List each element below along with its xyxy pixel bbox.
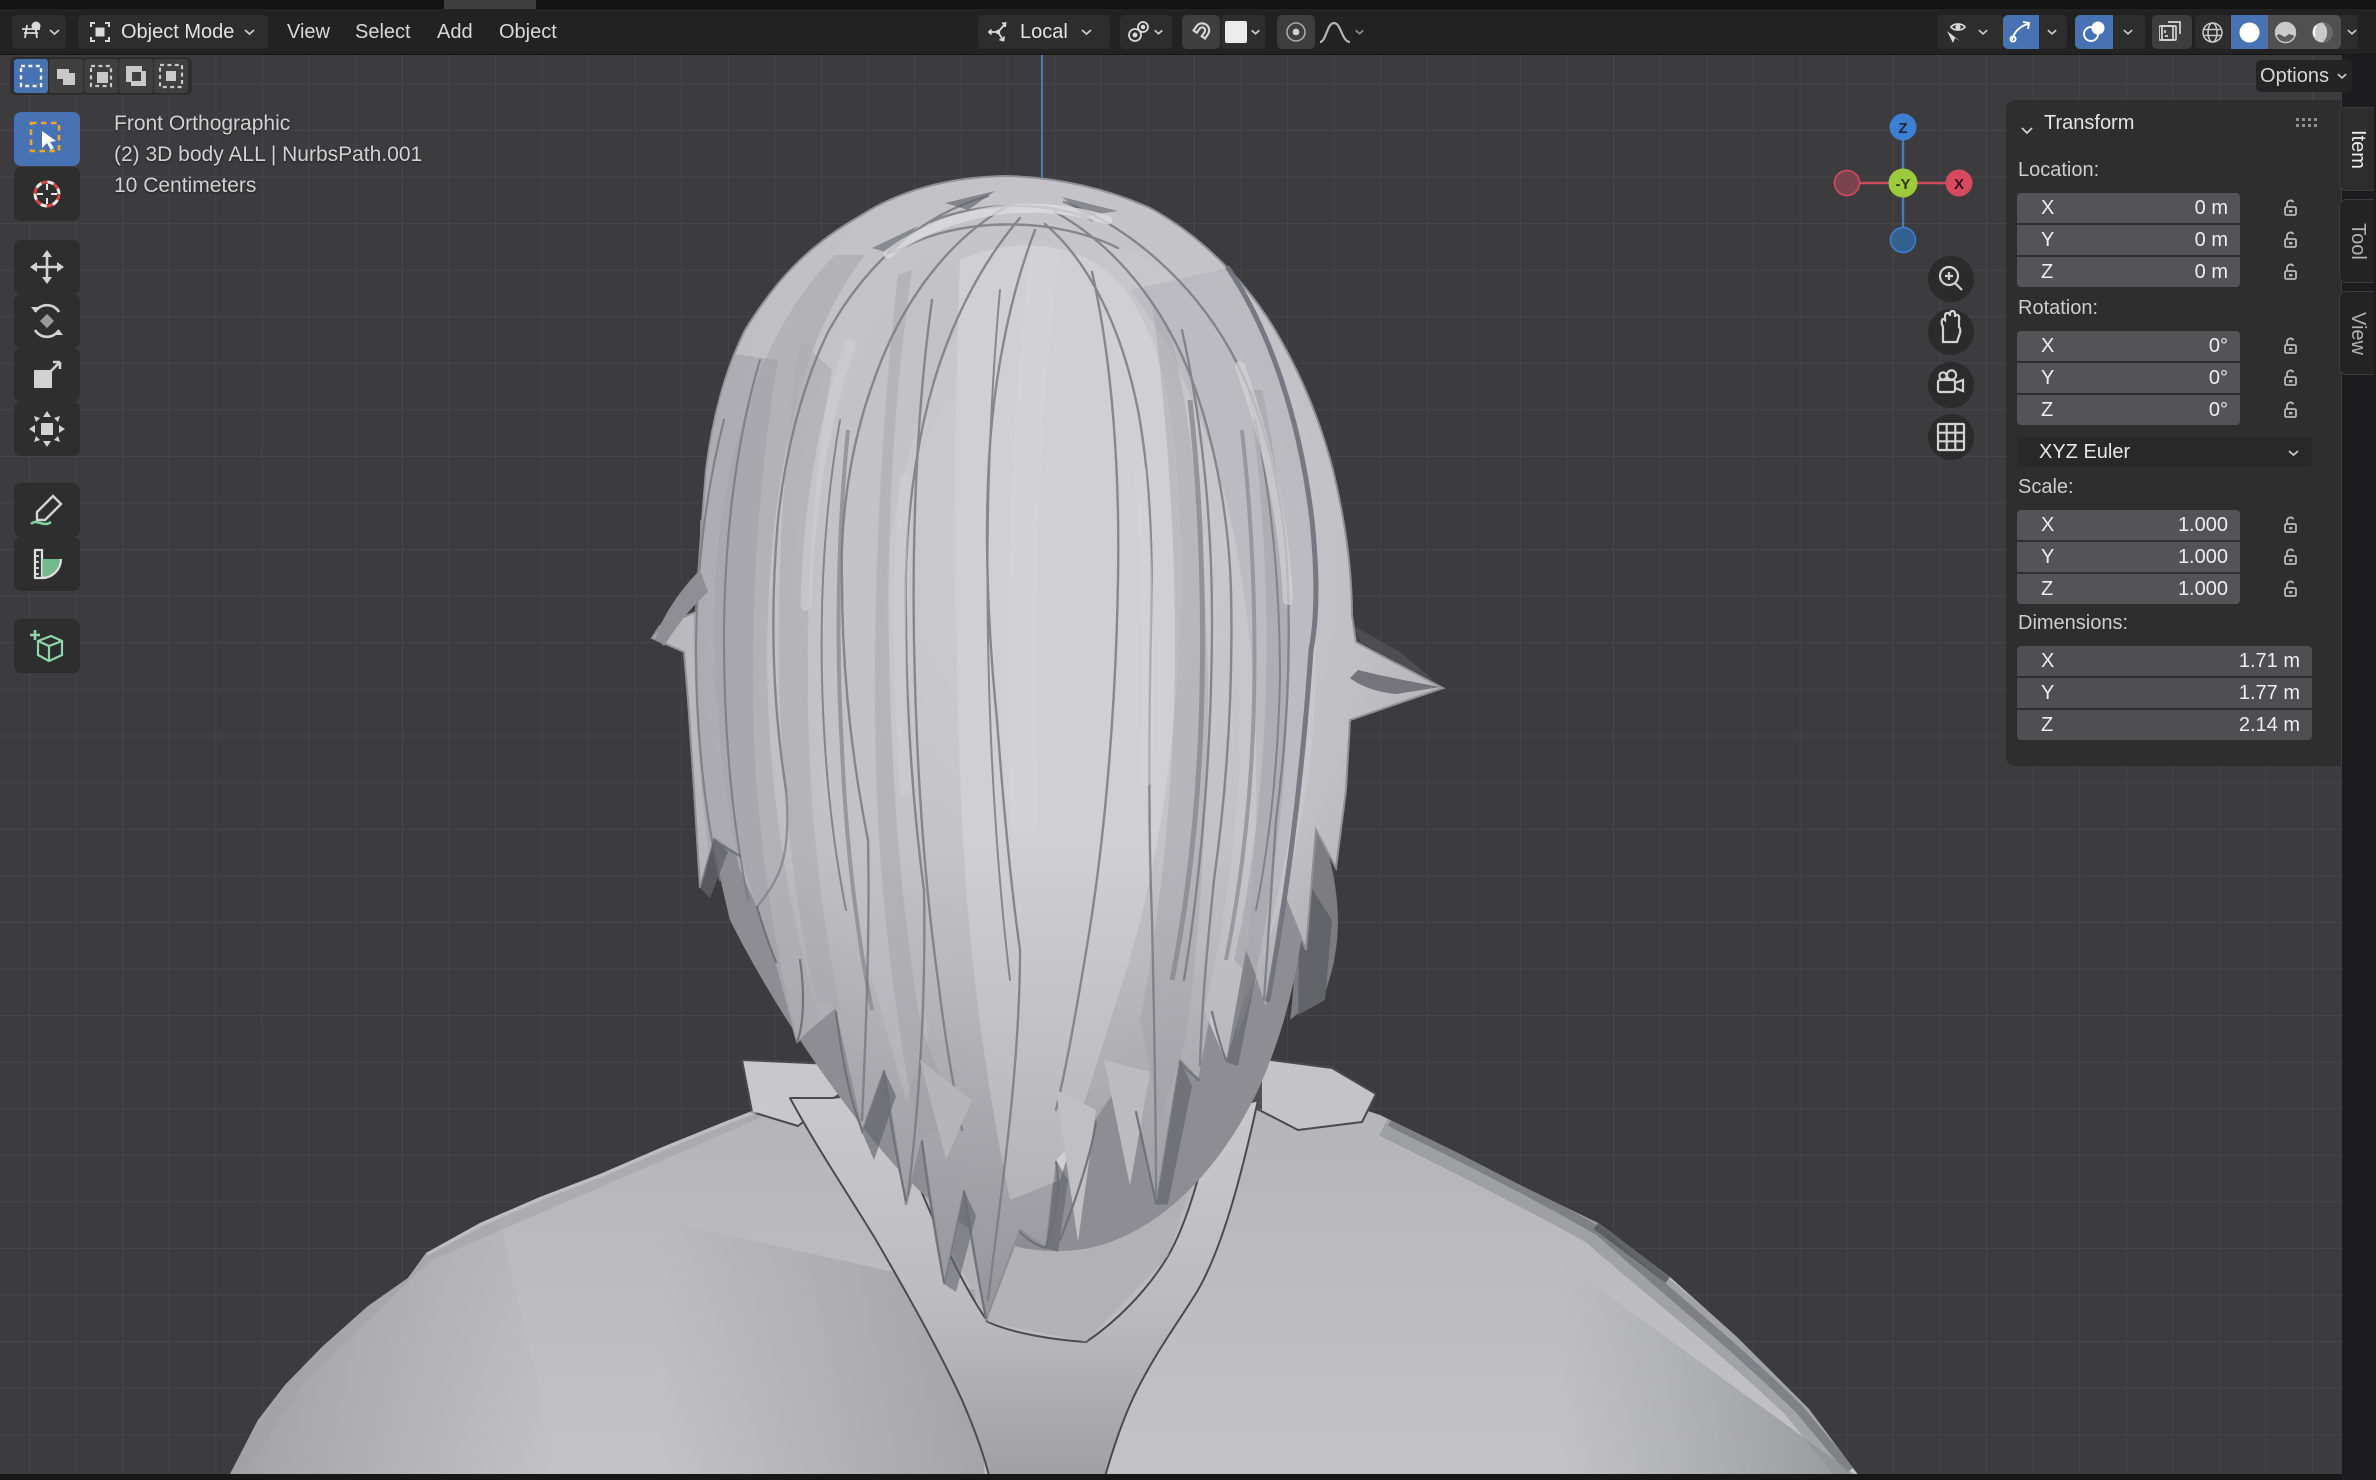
svg-text:-Y: -Y — [1896, 176, 1911, 193]
svg-text:Z: Z — [1898, 120, 1907, 137]
svg-text:X: X — [1954, 176, 1964, 193]
